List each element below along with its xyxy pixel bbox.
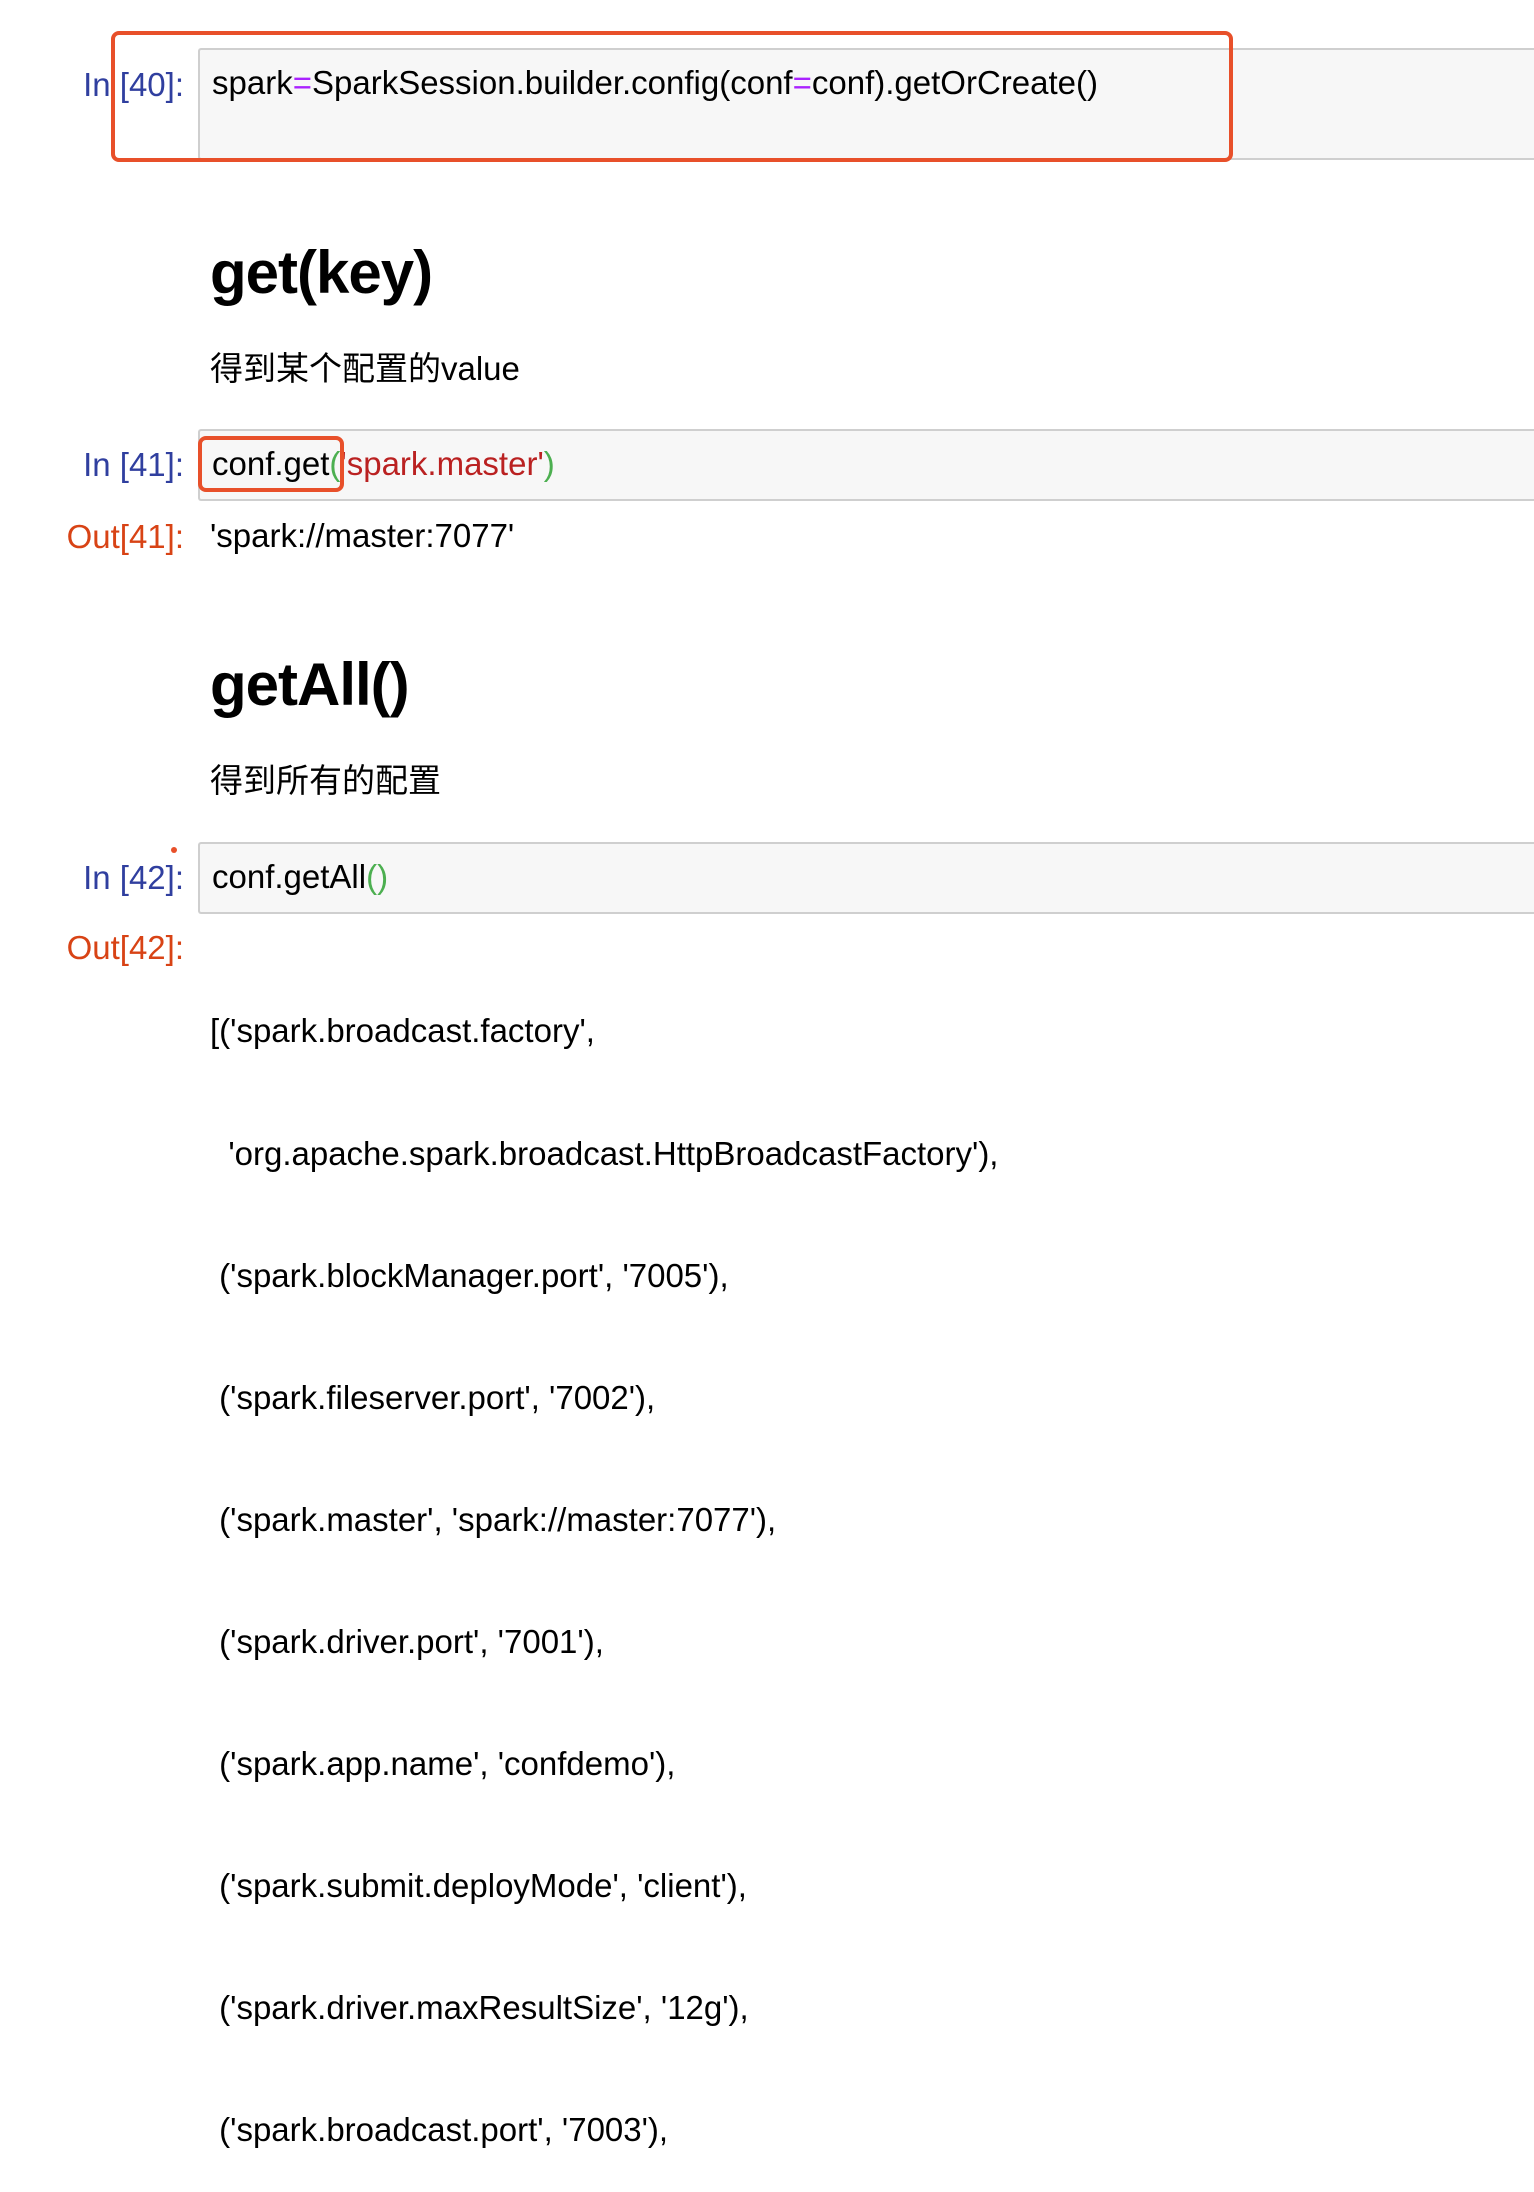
code-line-42[interactable]: conf.getAll() bbox=[212, 858, 388, 896]
code-input-area-42[interactable] bbox=[198, 842, 1534, 914]
markdown-heading-get-key: get(key) bbox=[210, 239, 433, 306]
output-line: ('spark.broadcast.port', '7003'), bbox=[210, 2111, 669, 2149]
output-line: ('spark.submit.deployMode', 'client'), bbox=[210, 1867, 747, 1905]
markdown-text-get-key: 得到某个配置的value bbox=[210, 350, 520, 387]
highlight-box-cell-40 bbox=[111, 31, 1233, 162]
input-prompt-41: In [41]: bbox=[83, 446, 184, 483]
output-line: 'org.apache.spark.broadcast.HttpBroadcas… bbox=[210, 1134, 999, 1172]
code-token: conf.getAll bbox=[212, 858, 367, 895]
output-text-41: 'spark://master:7077' bbox=[210, 517, 515, 554]
input-prompt-42: In [42]: bbox=[83, 859, 184, 896]
code-bracket: ) bbox=[543, 445, 555, 482]
markdown-heading-getall: getAll() bbox=[210, 651, 410, 718]
output-line: [('spark.broadcast.factory', bbox=[210, 1012, 595, 1050]
markdown-text-getall: 得到所有的配置 bbox=[210, 762, 441, 799]
output-line: ('spark.driver.maxResultSize', '12g'), bbox=[210, 1989, 749, 2027]
output-line: ('spark.master', 'spark://master:7077'), bbox=[210, 1500, 777, 1538]
output-line: ('spark.driver.port', '7001'), bbox=[210, 1622, 604, 1660]
cell-modified-dot bbox=[171, 847, 177, 853]
code-string: 'spark.master' bbox=[340, 445, 544, 482]
output-line: ('spark.app.name', 'confdemo'), bbox=[210, 1745, 676, 1783]
output-prompt-41: Out[41]: bbox=[66, 518, 184, 555]
output-block-42: [('spark.broadcast.factory', 'org.apache… bbox=[210, 930, 998, 2192]
output-prompt-42: Out[42]: bbox=[66, 929, 184, 966]
code-bracket: () bbox=[366, 858, 389, 895]
highlight-box-conf-get bbox=[198, 436, 344, 492]
output-line: ('spark.fileserver.port', '7002'), bbox=[210, 1378, 656, 1416]
output-line: ('spark.blockManager.port', '7005'), bbox=[210, 1256, 729, 1294]
